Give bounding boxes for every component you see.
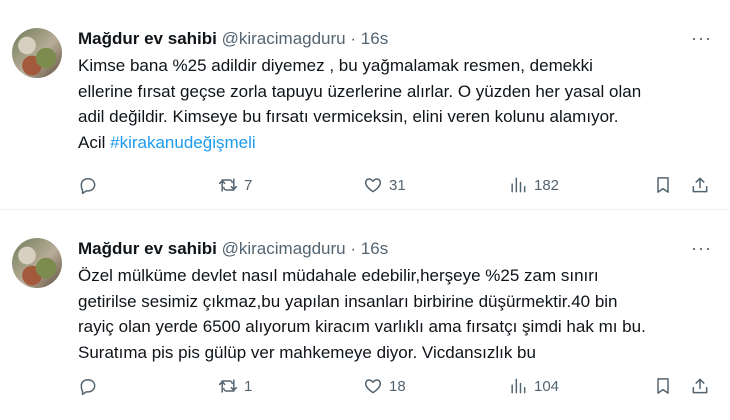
like-icon — [364, 379, 382, 394]
bookmark-icon — [657, 177, 669, 193]
tweet-header: Mağdur ev sahibi @kiracimagduru · 16s — [78, 28, 388, 50]
action-bar: 1 18 104 — [78, 374, 714, 398]
timestamp[interactable]: 16s — [361, 29, 388, 48]
like-count: 31 — [389, 176, 406, 194]
author-handle[interactable]: @kiracimagduru — [222, 239, 346, 258]
reply-button[interactable] — [78, 374, 98, 398]
share-button[interactable] — [690, 374, 710, 398]
views-count: 104 — [534, 377, 560, 395]
tweet-text: Kimse bana %25 adildir diyemez , bu yağm… — [78, 53, 718, 155]
share-button[interactable] — [690, 173, 710, 197]
separator-dot: · — [350, 239, 357, 258]
tweet-header: Mağdur ev sahibi @kiracimagduru · 16s — [78, 238, 388, 260]
retweet-count: 1 — [244, 377, 253, 395]
tweet-text-line: adil değildir. Kimseye bu fırsatı vermic… — [78, 107, 619, 126]
views-icon — [511, 177, 526, 193]
views-count: 182 — [534, 176, 560, 194]
more-icon[interactable]: ··· — [691, 239, 712, 257]
tweet-text-line: Kimse bana %25 adildir diyemez , bu yağm… — [78, 56, 593, 75]
tweet-text-line: Özel mülküme devlet nasıl müdahale edebi… — [78, 266, 599, 285]
hashtag-link[interactable]: #kirakanudeğişmeli — [110, 133, 256, 152]
retweet-button[interactable]: 7 — [218, 173, 252, 197]
share-icon — [692, 378, 708, 394]
views-button[interactable]: 104 — [508, 374, 559, 398]
tweet-text-line: getirilse sesimiz çıkmaz,bu yapılan insa… — [78, 291, 618, 311]
share-icon — [692, 177, 708, 193]
tweet[interactable]: Mağdur ev sahibi @kiracimagduru · 16s ··… — [0, 209, 730, 418]
views-icon — [511, 378, 526, 394]
avatar[interactable] — [12, 28, 62, 78]
like-button[interactable]: 18 — [363, 374, 406, 398]
tweet[interactable]: Mağdur ev sahibi @kiracimagduru · 16s ··… — [0, 0, 730, 209]
separator-dot: · — [350, 29, 357, 48]
like-button[interactable]: 31 — [363, 173, 406, 197]
tweet-text-line: ellerine fırsat geçse zorla tapuyu üzerl… — [78, 81, 642, 101]
reply-button[interactable] — [78, 173, 98, 197]
tweet-text-line: rayiç olan yerde 6500 alıyorum kiracım v… — [78, 317, 646, 336]
avatar[interactable] — [12, 238, 62, 288]
retweet-icon — [218, 178, 238, 192]
bookmark-icon — [657, 378, 669, 394]
author-name[interactable]: Mağdur ev sahibi — [78, 29, 217, 48]
tweet-text-line: Suratıma pis pis gülüp ver mahkemeye diy… — [78, 342, 536, 362]
action-bar: 7 31 182 — [78, 173, 714, 197]
author-name[interactable]: Mağdur ev sahibi — [78, 239, 217, 258]
timestamp[interactable]: 16s — [361, 239, 388, 258]
retweet-button[interactable]: 1 — [218, 374, 252, 398]
tweet-text-line: Acil #kirakanudeğişmeli — [78, 130, 718, 156]
like-icon — [364, 178, 382, 193]
bookmark-button[interactable] — [653, 173, 673, 197]
reply-icon — [80, 379, 96, 396]
retweet-icon — [218, 379, 238, 393]
more-icon[interactable]: ··· — [691, 29, 712, 47]
bookmark-button[interactable] — [653, 374, 673, 398]
tweet-text: Özel mülküme devlet nasıl müdahale edebi… — [78, 263, 718, 365]
like-count: 18 — [389, 377, 406, 395]
retweet-count: 7 — [244, 176, 253, 194]
views-button[interactable]: 182 — [508, 173, 559, 197]
author-handle[interactable]: @kiracimagduru — [222, 29, 346, 48]
text-prefix: Acil — [78, 132, 111, 152]
reply-icon — [80, 178, 96, 195]
